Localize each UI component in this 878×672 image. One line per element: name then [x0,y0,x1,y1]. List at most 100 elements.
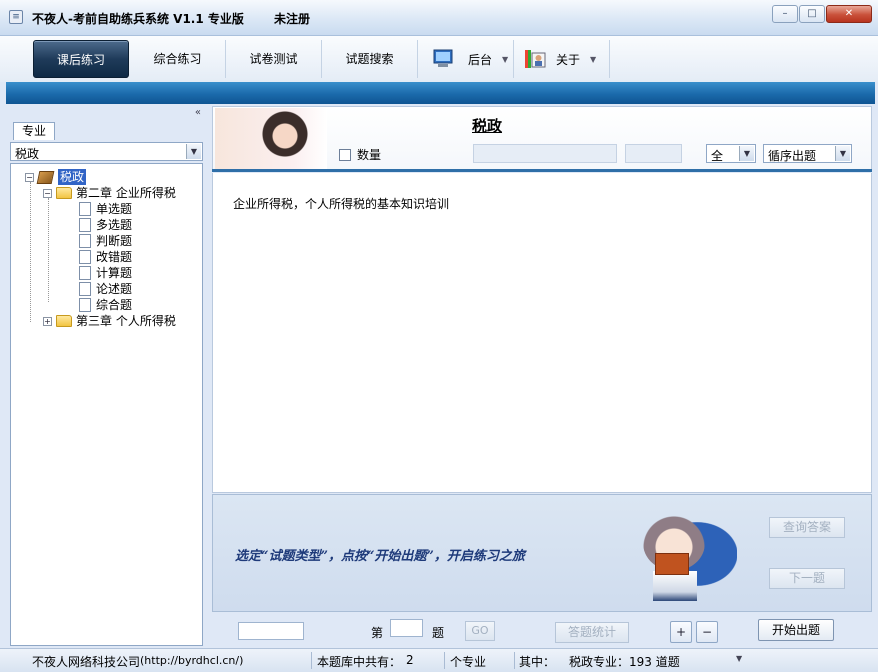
tree-guide-line [30,182,31,322]
tree-node-label: 论述题 [96,282,133,296]
title-bar: ≡ 不夜人-考前自助练兵系统 V1.1 专业版 未注册 – □ ✕ [0,0,878,36]
app-icon[interactable]: ≡ [9,10,23,24]
collapse-toggle-icon[interactable]: − [43,188,52,198]
zoom-in-icon[interactable]: + [670,621,692,643]
nav-suffix-label: 题 [432,626,445,640]
tab-paper-test[interactable]: 试卷测试 [226,40,322,78]
about-menu[interactable]: 关于 ▼ [514,40,610,78]
order-select-value: 循序出题 [768,149,817,163]
document-icon [79,298,91,312]
tab-comprehensive-practice[interactable]: 综合练习 [130,40,226,78]
chevron-down-icon: ▼ [590,54,597,64]
tab-major[interactable]: 专业 [13,122,55,140]
answer-stats-button[interactable]: 答题统计 [555,622,629,643]
chapter-tree: − 税政 − 第二章 企业所得税 单选题 多选题 判断题 改错题 计算题 论述题… [10,163,203,646]
chevron-down-icon[interactable]: ▼ [736,654,742,663]
zoom-out-icon[interactable]: − [696,621,718,643]
bank-label: 本题库中共有： [317,655,402,669]
tree-node-chapter3[interactable]: + 第三章 个人所得税 [43,313,176,329]
collapse-toggle-icon[interactable]: − [25,172,34,182]
backend-menu[interactable]: 后台 ▼ [418,40,514,78]
subject-title: 税政 [472,117,503,135]
quantity-checkbox[interactable]: 数量 [339,146,381,163]
tree-node-label: 单选题 [96,202,133,216]
about-label: 关于 [556,52,581,67]
go-button[interactable]: GO [465,621,495,641]
tree-node-root[interactable]: − 税政 [25,169,87,185]
status-separator [514,652,515,669]
quantity-number-field[interactable] [625,144,682,163]
backend-label: 后台 [468,52,493,67]
tree-item-calculation[interactable]: 计算题 [79,265,132,281]
tree-node-label: 综合题 [96,298,133,312]
folder-icon [56,315,72,327]
main-toolbar: 课后练习 综合练习 试卷测试 试题搜索 后台 ▼ 关于 ▼ [0,36,878,82]
header-divider [212,169,872,172]
range-select[interactable]: 全 ▼ [706,144,756,163]
question-number-input[interactable] [390,619,423,637]
status-separator [444,652,445,669]
document-icon [79,250,91,264]
chevron-down-icon[interactable]: ▼ [186,144,201,159]
company-name: 不夜人网络科技公司 [32,655,141,669]
range-select-value: 全 [711,149,724,163]
maximize-button[interactable]: □ [799,5,825,23]
practice-slogan: 选定“试题类型”，点按“开始出题”，开启练习之旅 [235,549,525,564]
quantity-field[interactable] [473,144,617,163]
major-select[interactable]: 税政 ▼ [10,142,203,161]
check-answer-button[interactable]: 查询答案 [769,517,845,538]
document-icon [79,202,91,216]
tree-node-chapter2[interactable]: − 第二章 企业所得税 [43,185,176,201]
tree-node-label: 判断题 [96,234,133,248]
checkbox-box[interactable] [339,148,351,161]
start-questions-button[interactable]: 开始出题 [758,619,834,641]
chevron-down-icon[interactable]: ▼ [739,146,754,161]
open-folder-icon [56,187,72,199]
tree-item-correction[interactable]: 改错题 [79,249,132,265]
tree-node-label: 第三章 个人所得税 [76,314,176,328]
quantity-label: 数量 [357,148,382,162]
tree-node-label: 多选题 [96,218,133,232]
tree-node-label: 改错题 [96,250,133,264]
tree-node-label: 第二章 企业所得税 [76,186,176,200]
next-question-button[interactable]: 下一题 [769,568,845,589]
tree-item-comprehensive[interactable]: 综合题 [79,297,132,313]
status-separator [311,652,312,669]
major-count: 2 [406,653,414,667]
tree-item-essay[interactable]: 论述题 [79,281,132,297]
status-bar: 不夜人网络科技公司 (http://byrdhcl.cn/) 本题库中共有： 2… [0,648,878,672]
expand-toggle-icon[interactable]: + [43,316,52,326]
close-button[interactable]: ✕ [826,5,872,23]
document-icon [79,218,91,232]
window-controls: – □ ✕ [771,5,872,23]
among-label: 其中： [519,655,556,669]
header-band [6,82,875,104]
tree-node-label: 计算题 [96,266,133,280]
registration-status: 未注册 [274,12,311,26]
order-select[interactable]: 循序出题 ▼ [763,144,852,163]
minimize-button[interactable]: – [772,5,798,23]
major-detail: 税政专业：193 道题 [569,655,680,669]
mascot-book [655,553,689,575]
major-select-value: 税政 [15,147,40,161]
tab-question-search[interactable]: 试题搜索 [322,40,418,78]
monitor-icon [433,49,453,67]
book-icon [36,170,55,184]
collapse-panel-icon[interactable]: « [195,107,201,118]
company-url: (http://byrdhcl.cn/) [140,654,244,667]
subject-description: 企业所得税，个人所得税的基本知识培训 [233,197,450,211]
question-content: 企业所得税，个人所得税的基本知识培训 [212,173,872,493]
question-navigation: 第 题 GO 答题统计 + − 开始出题 [211,613,874,648]
nav-prefix-label: 第 [371,626,384,640]
left-panel: « 专业 税政 ▼ − 税政 − 第二章 企业所得税 单选题 多选题 判断题 改… [6,105,205,648]
document-icon [79,266,91,280]
tree-guide-line [48,198,49,302]
tree-item-multiple-choice[interactable]: 多选题 [79,217,132,233]
tab-after-class-practice[interactable]: 课后练习 [33,40,129,78]
nav-input[interactable] [238,622,304,640]
tree-item-true-false[interactable]: 判断题 [79,233,132,249]
chevron-down-icon[interactable]: ▼ [835,146,850,161]
window-title: 不夜人-考前自助练兵系统 V1.1 专业版 [32,12,244,26]
tree-item-single-choice[interactable]: 单选题 [79,201,132,217]
document-icon [79,234,91,248]
